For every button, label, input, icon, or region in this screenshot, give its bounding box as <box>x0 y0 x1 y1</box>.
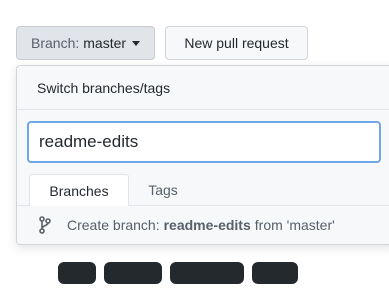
branch-prefix-label: Branch: <box>31 35 80 51</box>
branch-select-button[interactable]: Branch: master <box>16 26 155 60</box>
source-branch-text: from 'master' <box>254 217 335 233</box>
new-pull-request-button[interactable]: New pull request <box>165 26 308 60</box>
git-branch-icon <box>39 216 55 234</box>
branch-tag-tabs: Branches Tags <box>17 174 389 207</box>
current-branch-name: master <box>83 35 127 51</box>
filter-container <box>17 110 389 174</box>
tab-branches[interactable]: Branches <box>29 174 129 207</box>
create-branch-label: Create branch: <box>67 217 160 233</box>
new-branch-name: readme-edits <box>163 217 251 233</box>
branch-filter-input[interactable] <box>27 121 381 163</box>
create-branch-item[interactable]: Create branch: readme-edits from 'master… <box>17 206 389 244</box>
branch-switcher-dropdown: Switch branches/tags Branches Tags Creat… <box>16 65 389 245</box>
caret-down-icon <box>132 40 141 46</box>
obscured-heading-text <box>58 262 358 302</box>
dropdown-title: Switch branches/tags <box>17 66 389 110</box>
tab-tags[interactable]: Tags <box>133 174 193 206</box>
